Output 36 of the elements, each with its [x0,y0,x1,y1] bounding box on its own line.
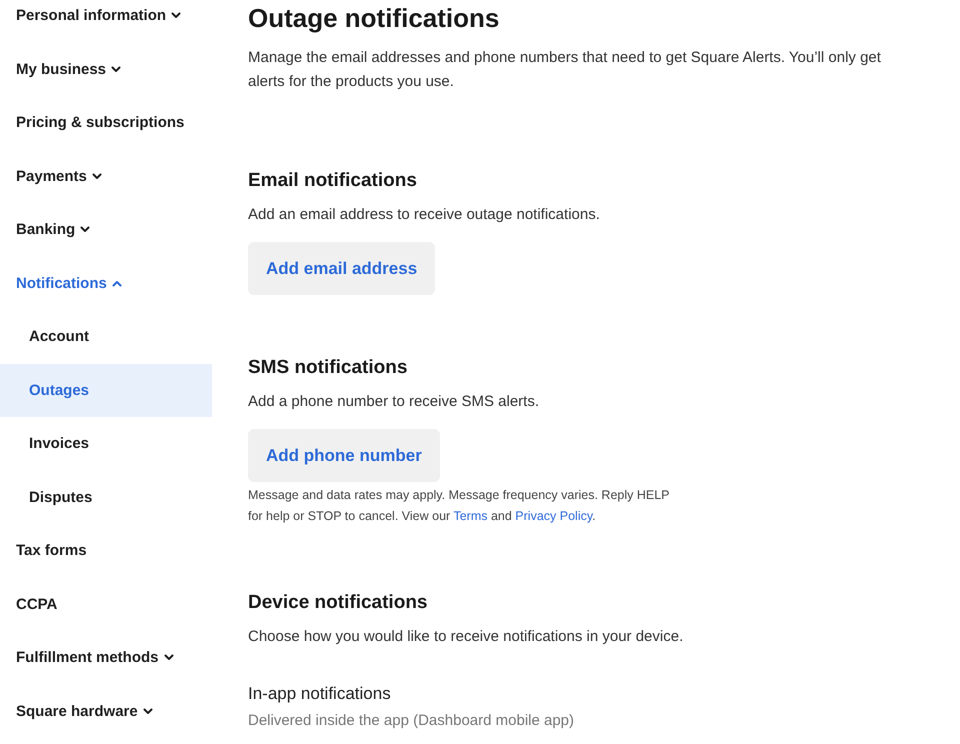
sidebar-subitem[interactable]: Disputes [0,470,212,524]
policy-link[interactable]: Privacy Policy [515,509,592,523]
sidebar-subitem[interactable]: Invoices [0,417,212,470]
sidebar-item[interactable]: Square hardware [0,684,153,738]
sidebar-subitem[interactable]: Account [0,310,212,364]
chevron-up-icon [112,280,122,287]
sidebar-item[interactable]: My business [0,42,122,96]
chevron-down-icon [111,66,122,73]
subsection-title: In-app notifications [248,683,392,705]
sidebar-item[interactable]: Payments [0,150,102,203]
sidebar-item[interactable]: Pricing & subscriptions [0,96,184,150]
sidebar-item[interactable]: Fulfillment methods [0,631,174,684]
chevron-down-icon [171,12,182,20]
sidebar-item[interactable]: Personal information [0,0,182,42]
chevron-down-icon [80,226,90,234]
add-button[interactable]: Add email address [248,242,436,295]
section-description: Add a phone number to receive SMS alerts. [248,392,540,412]
sidebar-subitem[interactable]: Outages [0,364,212,417]
sms-disclaimer: Message and data rates may apply. Message frequency varies. Reply HELP for help or STOP to cancel. View our Terms and Privacy Policy. [248,487,670,525]
policy-link[interactable]: Terms [453,509,488,523]
section-description: Choose how you would like to receive notifications in your device. [248,627,684,647]
section-heading: SMS notifications [248,356,408,380]
subsection-description: Delivered inside the app (Dashboard mobile app) [248,711,576,731]
section-heading: Device notifications [248,591,428,615]
chevron-down-icon [92,172,102,180]
sidebar-item[interactable]: Tax forms [0,524,87,578]
page-title: Outage notifications [248,2,500,34]
sidebar-item[interactable]: CCPA [0,578,58,631]
section-heading: Email notifications [248,169,418,193]
sidebar-item[interactable]: Notifications [0,256,122,310]
chevron-down-icon [164,654,174,662]
add-button[interactable]: Add phone number [248,429,440,482]
chevron-down-icon [142,708,153,715]
section-description: Add an email address to receive outage notifications. [248,205,601,225]
page-description: Manage the email addresses and phone numbers that need to get Square Alerts. You’ll only get alerts for the products you use. [248,48,882,92]
sidebar-item[interactable]: Banking [0,203,90,256]
